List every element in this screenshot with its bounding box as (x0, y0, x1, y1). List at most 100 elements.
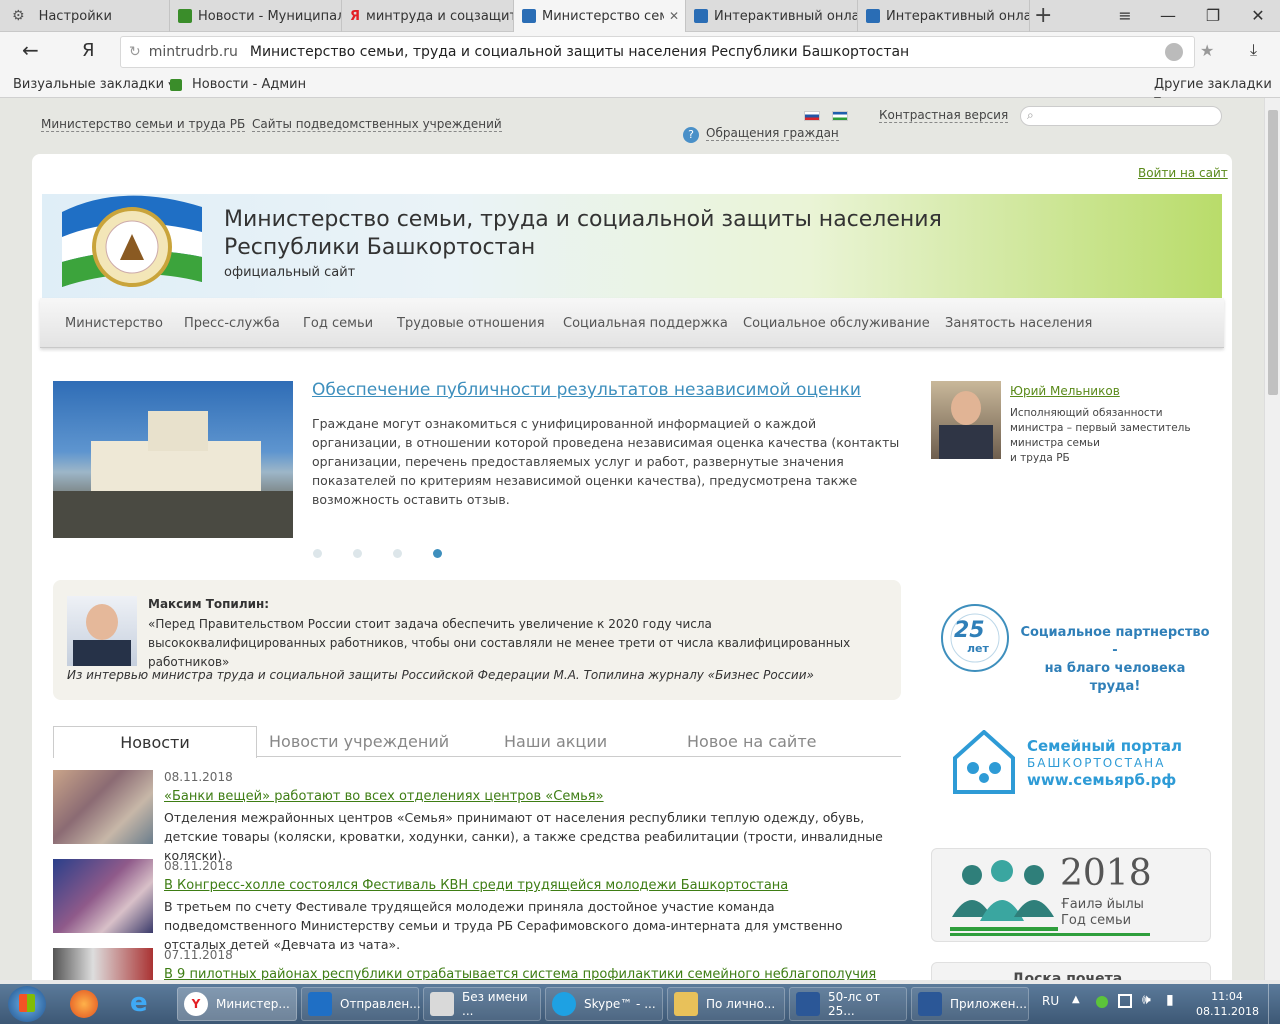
action-center-icon[interactable] (1118, 994, 1132, 1008)
russia-flag-icon[interactable] (804, 111, 820, 121)
taskbar-item-browser[interactable]: Y Министер... (177, 987, 297, 1021)
taskbar-item-skype[interactable]: Skype™ - ... (545, 987, 663, 1021)
year-underline (950, 933, 1150, 936)
taskbar-item-outlook[interactable]: Отправлен... (301, 987, 421, 1021)
taskbar-item-word-1[interactable]: 50-лс от 25... (789, 987, 907, 1021)
slider-dot-3[interactable] (393, 549, 402, 558)
start-button[interactable] (8, 986, 46, 1022)
close-tab-icon[interactable]: ✕ (669, 9, 679, 23)
site-favicon-icon (866, 9, 880, 23)
menu-icon[interactable]: ≡ (1112, 4, 1138, 28)
clock[interactable]: 11:04 08.11.2018 (1196, 989, 1259, 1019)
taskbar-item-label: Отправлен... (340, 997, 421, 1011)
promo-social-partnership[interactable]: 25 лет Социальное партнерство - на благо… (931, 584, 1211, 694)
taskbar-item-label: 50-лс от 25... (828, 990, 881, 1018)
taskbar-item-word-2[interactable]: Приложен... (911, 987, 1029, 1021)
protect-icon[interactable] (1165, 43, 1183, 61)
scrollbar-thumb[interactable] (1268, 110, 1278, 395)
site-banner: Министерство семьи, труда и социальной з… (42, 194, 1222, 298)
question-icon: ? (683, 127, 699, 143)
nav-social-support[interactable]: Социальная поддержка (563, 316, 728, 331)
tab-news[interactable]: Новости (53, 726, 257, 758)
nav-labor-relations[interactable]: Трудовые отношения (397, 316, 545, 331)
bookmark-news-admin[interactable]: Новости - Админ (170, 77, 306, 92)
firefox-icon[interactable] (70, 990, 98, 1018)
star-icon[interactable]: ★ (1200, 41, 1214, 60)
tab-our-actions[interactable]: Наши акции (504, 732, 607, 751)
nav-employment[interactable]: Занятость населения (945, 316, 1092, 331)
news-thumbnail[interactable] (53, 770, 153, 844)
slider-dot-2[interactable] (353, 549, 362, 558)
close-window-icon[interactable]: ✕ (1245, 4, 1271, 28)
nav-year-of-family[interactable]: Год семьи (303, 316, 373, 331)
restore-icon[interactable]: ❐ (1200, 4, 1226, 28)
tab-interactive-1[interactable]: Интерактивный онлай (686, 0, 858, 32)
show-desktop-button[interactable] (1268, 984, 1280, 1024)
tab-settings[interactable]: ⚙ Настройки (0, 0, 170, 32)
search-input[interactable]: ⌕ (1020, 106, 1222, 126)
news-title-link[interactable]: В Конгресс-холле состоялся Фестиваль КВН… (164, 878, 788, 893)
tab-ministry[interactable]: Министерство семь ✕ (514, 0, 686, 32)
download-icon[interactable]: ⤓ (1250, 40, 1257, 60)
address-bar[interactable]: ↻ mintrudrb.ru Министерство семьи, труда… (120, 36, 1195, 68)
news-title-link[interactable]: «Банки вещей» работают во всех отделения… (164, 789, 604, 804)
page-scrollbar[interactable] (1264, 98, 1280, 980)
tab-yandex-search[interactable]: Я минтруда и соцзащит (342, 0, 514, 32)
slider-dot-1[interactable] (313, 549, 322, 558)
partnership-years: 25 (954, 618, 985, 643)
bookmarks-bar: Визуальные закладки ▼ Новости - Админ Др… (0, 72, 1280, 106)
tab-interactive-2[interactable]: Интерактивный онлай (858, 0, 1030, 32)
refresh-icon[interactable]: ↻ (129, 44, 141, 60)
coat-of-arms-icon (62, 195, 202, 287)
nav-ministry[interactable]: Министерство (65, 316, 163, 331)
language-indicator[interactable]: RU (1042, 994, 1059, 1008)
slider-image[interactable] (53, 381, 293, 538)
promo-family-portal[interactable]: Семейный портал БАШКОРТОСТАНА www.семьяр… (931, 724, 1211, 804)
nav-press-service[interactable]: Пресс-служба (184, 316, 280, 331)
news-thumbnail[interactable] (53, 948, 153, 980)
news-tabs: Новости Новости учреждений Наши акции Но… (53, 726, 901, 758)
promo-year-of-family[interactable]: 2018 Ғаилә йылы Год семьи (931, 848, 1211, 942)
promo-honor-board[interactable]: Доска почета (931, 962, 1211, 980)
login-link[interactable]: Войти на сайт (1138, 166, 1228, 180)
slider-dot-4[interactable] (433, 549, 442, 558)
internet-explorer-icon[interactable]: e (130, 988, 148, 1018)
volume-icon[interactable]: 🕪 (1142, 992, 1151, 1008)
folder-icon (674, 992, 698, 1016)
minister-post-line2: и труда РБ (1010, 452, 1070, 464)
minimize-icon[interactable]: — (1155, 4, 1181, 28)
news-thumbnail[interactable] (53, 859, 153, 933)
network-icon[interactable]: ▮ (1166, 992, 1174, 1008)
tab-institution-news[interactable]: Новости учреждений (269, 732, 449, 751)
new-tab-button[interactable]: + (1034, 3, 1052, 28)
quote-source: Из интервью министра труда и социальной … (67, 668, 814, 682)
news-title-link[interactable]: В 9 пилотных районах республики отрабаты… (164, 967, 876, 980)
citizens-appeals-link[interactable]: Обращения граждан (706, 126, 839, 141)
minister-name-link[interactable]: Юрий Мельников (1010, 384, 1120, 398)
tab-label: Интерактивный онлай (714, 8, 858, 24)
link-ministry-rb[interactable]: Министерство семьи и труда РБ (41, 117, 246, 132)
skype-icon (552, 992, 576, 1016)
taskbar-item-folder[interactable]: По личнo... (667, 987, 785, 1021)
other-bookmarks-label: Другие закладки (1154, 77, 1272, 92)
search-icon: ⌕ (1027, 108, 1034, 122)
contrast-version-link[interactable]: Контрастная версия (879, 108, 1009, 123)
visual-bookmarks-menu[interactable]: Визуальные закладки ▼ (13, 77, 175, 92)
taskbar-item-paint[interactable]: Без имени ... (423, 987, 541, 1021)
back-arrow-icon[interactable]: ← (22, 38, 39, 62)
yandex-icon: Я (350, 8, 361, 24)
tray-expand-icon[interactable]: ▲ (1072, 994, 1080, 1005)
minister-photo[interactable] (931, 381, 1001, 459)
word-icon (918, 992, 942, 1016)
yandex-logo-button[interactable]: Я (82, 40, 95, 61)
nav-social-services[interactable]: Социальное обслуживание (743, 316, 930, 331)
link-subordinate-sites[interactable]: Сайты подведомственных учреждений (252, 117, 502, 132)
bashkortostan-flag-icon[interactable] (832, 111, 848, 121)
taskbar-item-label: Министер... (216, 997, 290, 1011)
minister-post-line1: Исполняющий обязанности министра – первы… (1010, 407, 1191, 449)
slider-title-link[interactable]: Обеспечение публичности результатов неза… (312, 380, 861, 400)
tab-whats-new[interactable]: Новое на сайте (687, 732, 816, 751)
tab-news-municipal[interactable]: Новости - Муниципал (170, 0, 342, 32)
tray-app-icon[interactable] (1096, 996, 1108, 1008)
news-text: Отделения межрайонных центров «Семья» пр… (164, 810, 883, 863)
